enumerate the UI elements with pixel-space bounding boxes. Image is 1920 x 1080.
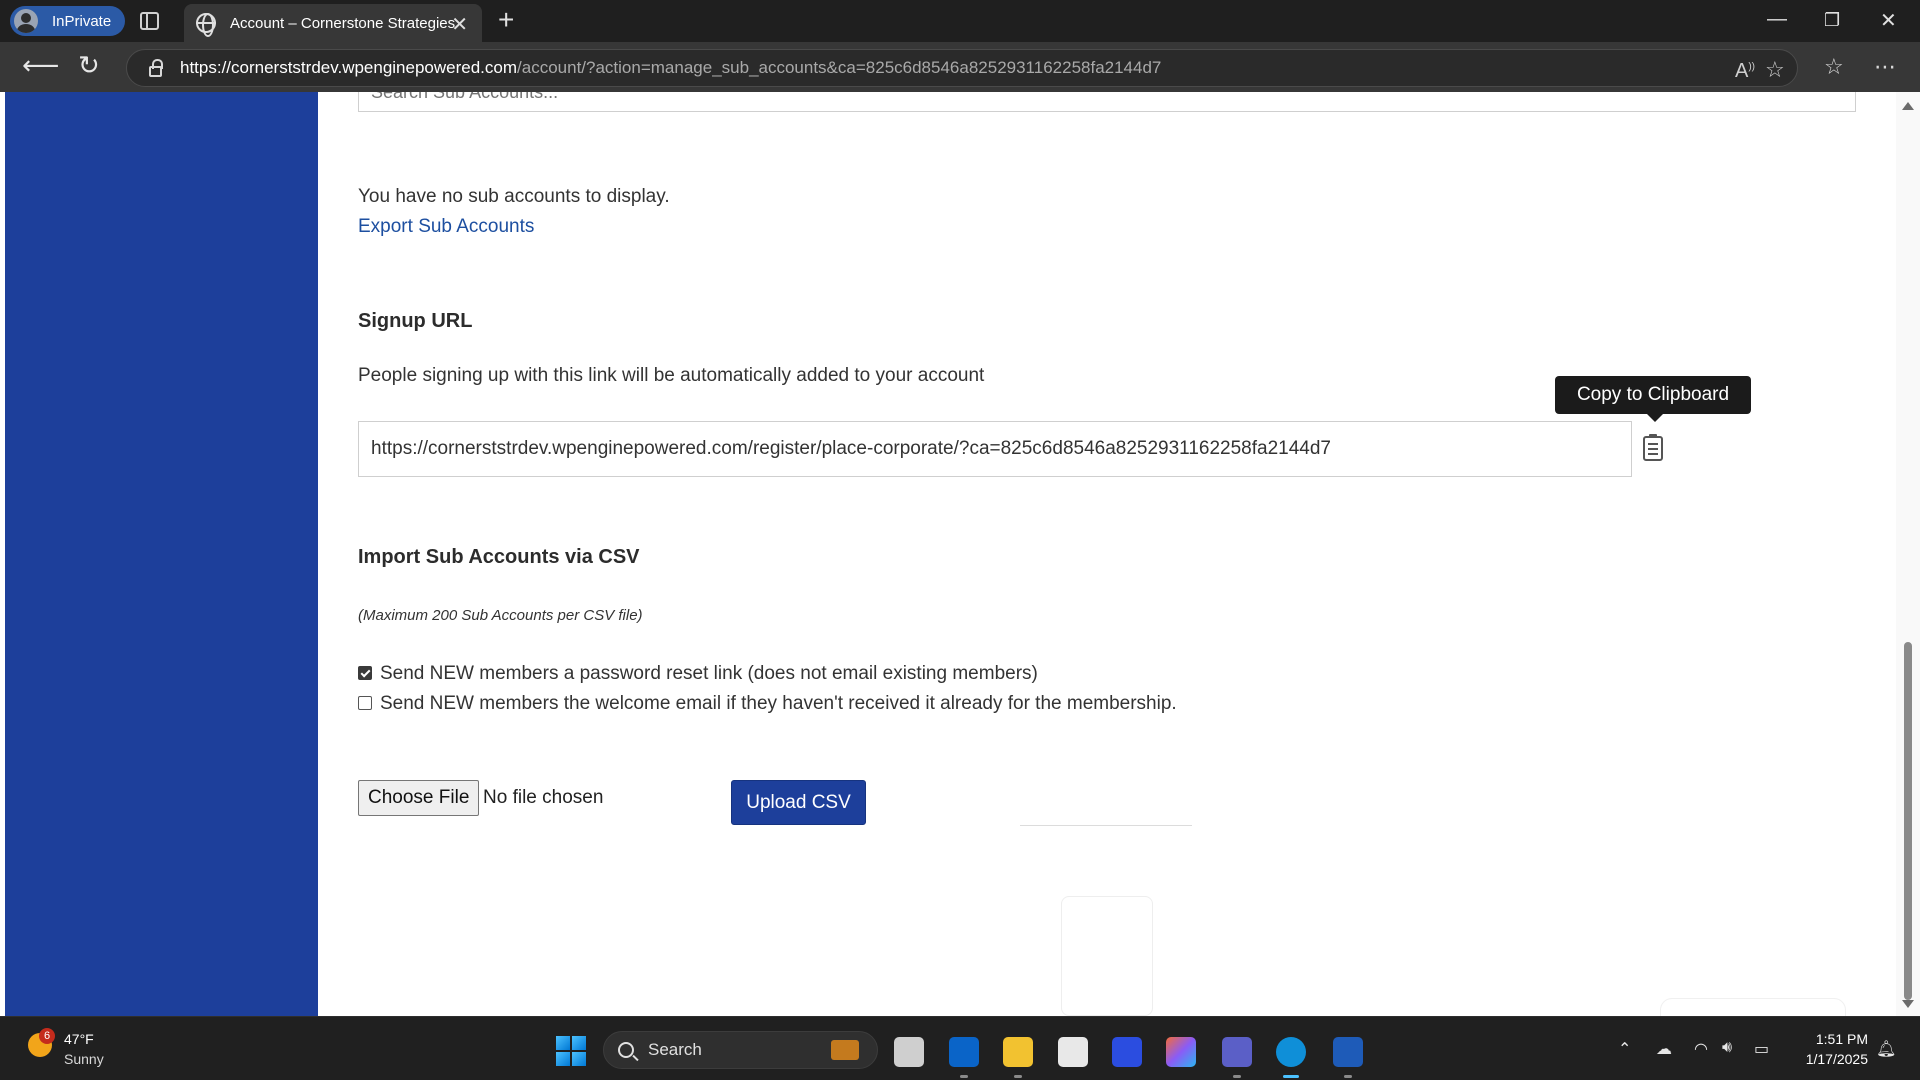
new-tab-button[interactable]: + (498, 4, 514, 36)
onedrive-icon[interactable]: ☁ (1656, 1039, 1672, 1059)
welcome-email-option[interactable]: Send NEW members the welcome email if th… (358, 693, 1177, 715)
profile-avatar-icon (14, 9, 38, 33)
page-scrollbar[interactable] (1896, 92, 1920, 1016)
clock-time: 1:51 PM (1815, 1031, 1868, 1047)
notifications-bell-icon[interactable]: 🔔︎ (1876, 1039, 1896, 1059)
more-options-icon[interactable]: ⋯ (1874, 54, 1896, 80)
globe-icon (196, 13, 216, 37)
password-reset-label: Send NEW members a password reset link (… (380, 663, 1038, 684)
url-path: /account/?action=manage_sub_accounts&ca=… (517, 58, 1162, 77)
edge-active-indicator (1283, 1075, 1299, 1078)
briefcase-icon (831, 1040, 859, 1060)
outlook-icon[interactable] (949, 1037, 979, 1067)
favorites-icon[interactable]: ☆ (1824, 54, 1844, 80)
search-icon (618, 1042, 634, 1058)
taskbar-clock[interactable]: 1:51 PM 1/17/2025 (1788, 1029, 1868, 1069)
tab-close-icon[interactable]: ✕ (451, 12, 468, 37)
no-file-chosen-text: No file chosen (483, 787, 604, 808)
edge-icon[interactable] (1276, 1037, 1306, 1067)
browser-title-bar: InPrivate Account – Cornerstone Strategi… (0, 0, 1920, 42)
word-icon[interactable] (1333, 1037, 1363, 1067)
password-reset-option[interactable]: Send NEW members a password reset link (… (358, 663, 1038, 685)
address-toolbar: ⟵ ↻ https://cornerststrdev.wpenginepower… (0, 42, 1920, 92)
teams-icon[interactable] (1222, 1037, 1252, 1067)
file-explorer-icon[interactable] (1003, 1037, 1033, 1067)
tab-title: Account – Cornerstone Strategies (230, 14, 456, 32)
read-aloud-icon[interactable]: A)) (1735, 60, 1755, 83)
password-reset-checkbox[interactable] (358, 665, 372, 680)
sidebar (5, 92, 318, 1016)
microsoft-store-icon[interactable] (1058, 1037, 1088, 1067)
choose-file-button[interactable]: Choose File (358, 780, 480, 816)
search-sub-accounts-input[interactable] (358, 92, 1856, 112)
maximize-button[interactable]: ❐ (1824, 10, 1840, 31)
signup-url-heading: Signup URL (358, 310, 473, 332)
main-content: You have no sub accounts to display. Exp… (318, 92, 1896, 1016)
favorite-star-icon[interactable]: ☆ (1765, 57, 1785, 83)
window-close-button[interactable]: ✕ (1880, 8, 1897, 33)
url-host: https://cornerststrdev.wpenginepowered.c… (180, 58, 518, 77)
divider (1020, 825, 1192, 826)
floating-widget (1660, 998, 1846, 1016)
upload-csv-button[interactable]: Upload CSV (731, 780, 866, 825)
clipboard-icon[interactable] (1643, 434, 1663, 461)
battery-icon[interactable]: ▭ (1754, 1039, 1769, 1059)
task-view-icon[interactable] (894, 1037, 924, 1067)
outlook-running-indicator (960, 1075, 968, 1078)
import-limit-note: (Maximum 200 Sub Accounts per CSV file) (358, 607, 643, 624)
inprivate-profile-button[interactable]: InPrivate (10, 6, 126, 36)
app-icon[interactable] (1112, 1037, 1142, 1067)
weather-temperature[interactable]: 47°F (64, 1031, 94, 1047)
signup-description: People signing up with this link will be… (358, 365, 985, 386)
show-hidden-icons-chevron-icon[interactable]: ⌃ (1618, 1039, 1631, 1059)
inprivate-label: InPrivate (52, 12, 112, 30)
explorer-running-indicator (1014, 1075, 1022, 1078)
lock-icon[interactable] (149, 58, 163, 77)
minimize-button[interactable]: — (1767, 8, 1787, 31)
weather-condition[interactable]: Sunny (64, 1051, 104, 1067)
placeholder-widget (1061, 896, 1153, 1016)
weather-badge: 6 (39, 1028, 55, 1044)
address-bar[interactable]: https://cornerststrdev.wpenginepowered.c… (126, 49, 1798, 87)
teams-running-indicator (1233, 1075, 1241, 1078)
no-sub-accounts-text: You have no sub accounts to display. (358, 186, 670, 207)
signup-url-field[interactable] (358, 421, 1632, 477)
copilot-icon[interactable] (1166, 1037, 1196, 1067)
taskbar: 6 47°F Sunny Search ⌃ ☁ ◠ 🔊︎ ▭ 1:51 PM 1… (0, 1016, 1920, 1080)
word-running-indicator (1344, 1075, 1352, 1078)
scroll-thumb[interactable] (1904, 642, 1912, 1000)
active-tab[interactable]: Account – Cornerstone Strategies ✕ (184, 4, 482, 42)
import-heading: Import Sub Accounts via CSV (358, 546, 640, 568)
copy-tooltip: Copy to Clipboard (1555, 376, 1751, 422)
scroll-down-arrow-icon[interactable] (1902, 1000, 1914, 1008)
clock-date: 1/17/2025 (1805, 1051, 1868, 1067)
wifi-icon[interactable]: ◠ (1694, 1039, 1708, 1059)
welcome-email-label: Send NEW members the welcome email if th… (380, 693, 1177, 714)
volume-icon[interactable]: 🔊︎ (1722, 1039, 1732, 1057)
export-sub-accounts-link[interactable]: Export Sub Accounts (358, 216, 534, 238)
scroll-up-arrow-icon[interactable] (1902, 102, 1914, 110)
reload-icon[interactable]: ↻ (78, 50, 100, 81)
taskbar-search-label: Search (648, 1040, 702, 1059)
taskbar-search[interactable]: Search (603, 1031, 878, 1069)
welcome-email-checkbox[interactable] (358, 695, 372, 710)
back-arrow-icon[interactable]: ⟵ (22, 50, 59, 81)
tab-actions-icon[interactable] (140, 12, 159, 30)
start-windows-icon[interactable] (556, 1036, 586, 1066)
